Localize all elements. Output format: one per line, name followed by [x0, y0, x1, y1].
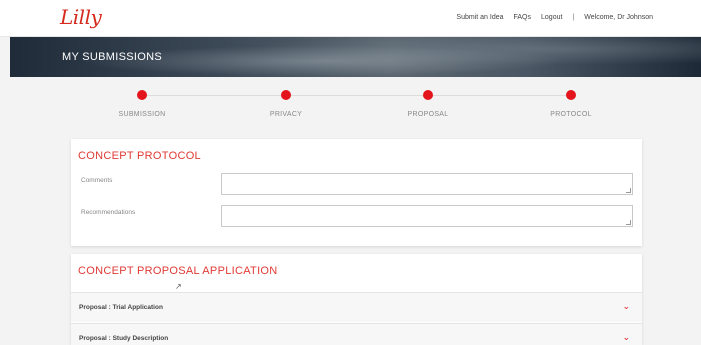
- step-dot: [566, 90, 576, 100]
- step-proposal[interactable]: PROPOSAL: [378, 88, 478, 118]
- step-dot: [423, 90, 433, 100]
- page-title: MY SUBMISSIONS: [62, 51, 162, 63]
- welcome-text: Welcome, Dr Johnson: [584, 14, 653, 21]
- lilly-logo[interactable]: Lilly: [60, 5, 102, 29]
- concept-proposal-title: CONCEPT PROPOSAL APPLICATION: [78, 265, 278, 277]
- step-label: PROTOCOL: [550, 111, 592, 118]
- concept-protocol-card: CONCEPT PROTOCOL Comments Recommendation…: [71, 139, 642, 246]
- accordion-label: Proposal : Study Description: [79, 335, 169, 342]
- step-dot: [137, 90, 147, 100]
- step-label: SUBMISSION: [118, 111, 166, 118]
- top-bar: Lilly Submit an Idea FAQs Logout | Welco…: [0, 0, 701, 37]
- top-navigation: Submit an Idea FAQs Logout | Welcome, Dr…: [446, 14, 653, 21]
- recommendations-textarea[interactable]: [221, 205, 633, 227]
- step-label: PROPOSAL: [407, 111, 449, 118]
- progress-steps: SUBMISSION PRIVACY PROPOSAL PROTOCOL: [0, 88, 701, 128]
- page-banner: MY SUBMISSIONS: [10, 37, 701, 77]
- accordion-trial-application[interactable]: Proposal : Trial Application ⌄: [71, 292, 642, 322]
- mouse-cursor-icon: ↗: [175, 282, 182, 291]
- comments-textarea[interactable]: [221, 173, 633, 195]
- step-label: PRIVACY: [269, 111, 303, 118]
- recommendations-label: Recommendations: [81, 209, 136, 216]
- chevron-down-icon[interactable]: ⌄: [622, 301, 630, 312]
- step-protocol[interactable]: PROTOCOL: [521, 88, 621, 118]
- step-privacy[interactable]: PRIVACY: [236, 88, 336, 118]
- step-submission[interactable]: SUBMISSION: [92, 88, 192, 118]
- faqs-link[interactable]: FAQs: [514, 14, 532, 21]
- nav-separator: |: [572, 14, 575, 21]
- step-connector-line: [143, 95, 571, 96]
- logout-link[interactable]: Logout: [541, 14, 562, 21]
- concept-protocol-title: CONCEPT PROTOCOL: [78, 150, 201, 162]
- submit-idea-link[interactable]: Submit an Idea: [456, 14, 503, 21]
- concept-proposal-card: CONCEPT PROPOSAL APPLICATION ↗ Proposal …: [71, 254, 642, 345]
- accordion-label: Proposal : Trial Application: [79, 304, 163, 311]
- comments-label: Comments: [81, 177, 113, 184]
- accordion-study-description[interactable]: Proposal : Study Description ⌄: [71, 323, 642, 345]
- chevron-down-icon[interactable]: ⌄: [622, 332, 630, 343]
- step-dot: [281, 90, 291, 100]
